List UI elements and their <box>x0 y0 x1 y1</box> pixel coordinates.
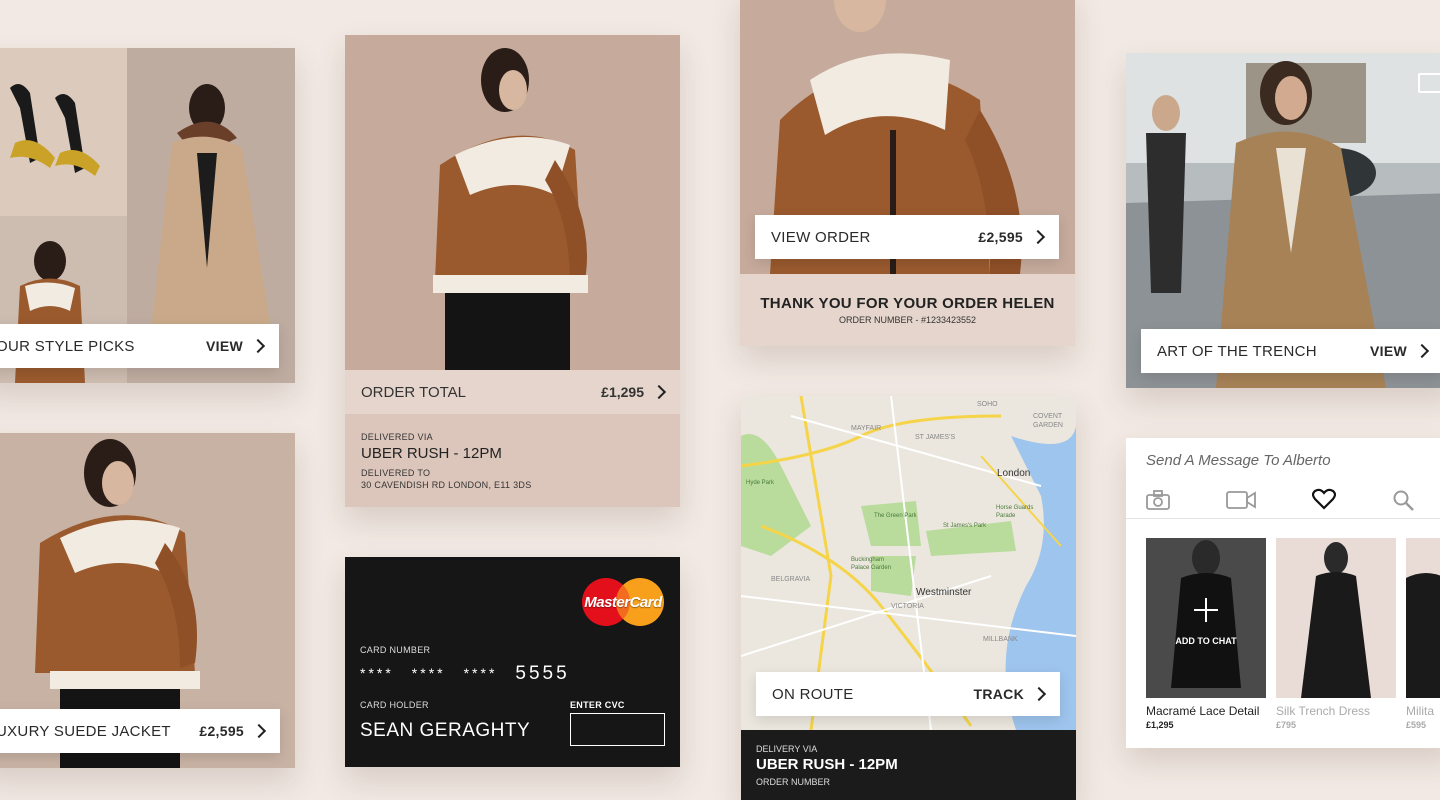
map-label-westminster: Westminster <box>916 587 972 598</box>
map-label-buckingham: Buckingham Palace Garden <box>851 557 892 571</box>
map-label-horse-guards: Horse Guards Parade <box>996 505 1034 519</box>
credit-card: MasterCard CARD NUMBER **** **** **** 55… <box>345 557 680 767</box>
map-label-mayfair: MAYFAIR <box>851 425 882 432</box>
card-number-label: CARD NUMBER <box>360 645 431 655</box>
delivered-via-label: DELIVERED VIA <box>361 432 433 442</box>
product-name: Milita <box>1406 704 1435 718</box>
delivery-via-value: UBER RUSH - 12PM <box>756 756 898 773</box>
delivered-to-value: 30 CAVENDISH RD LONDON, E11 3DS <box>361 480 532 490</box>
map-label-victoria: VICTORIA <box>891 603 924 610</box>
card-number-group: **** <box>360 665 394 681</box>
mastercard-logo: MasterCard <box>581 577 665 627</box>
suede-jacket-price: £2,595 <box>199 723 244 739</box>
order-total-button[interactable]: £1,295 <box>601 384 667 400</box>
card-number: **** **** **** 5555 <box>360 663 570 685</box>
suede-jacket-label: UXURY SUEDE JACKET <box>0 722 171 740</box>
map-label-london: London <box>997 468 1031 479</box>
trench-label: ART OF THE TRENCH <box>1157 342 1317 360</box>
view-button[interactable]: VIEW <box>206 338 266 354</box>
map-order-number-label: ORDER NUMBER <box>756 777 831 787</box>
view-order-button[interactable]: £2,595 <box>978 229 1046 245</box>
chevron-right-icon <box>1031 686 1047 702</box>
suede-jacket-bar[interactable]: UXURY SUEDE JACKET £2,595 <box>0 709 280 753</box>
chat-divider <box>1126 518 1440 519</box>
delivery-info: DELIVERED VIA UBER RUSH - 12PM DELIVERED… <box>345 414 680 507</box>
order-total-amount: £1,295 <box>601 384 644 400</box>
product-price: £795 <box>1276 720 1297 730</box>
product-name: Silk Trench Dress <box>1276 704 1371 718</box>
chevron-right-icon <box>251 723 267 739</box>
map-label-st-james: ST JAMES'S <box>915 434 956 441</box>
card-number-group: **** <box>411 665 446 681</box>
map-label-millbank: MILLBANK <box>983 636 1018 643</box>
product-card[interactable]: ADD TO CHAT Macramé Lace Detail £1,295 <box>1146 538 1266 730</box>
product-price: £595 <box>1406 720 1427 730</box>
card-holder-name: SEAN GERAGHTY <box>360 720 531 741</box>
style-picks-label: OUR STYLE PICKS <box>0 337 135 355</box>
track-button[interactable]: TRACK <box>973 686 1047 702</box>
map-label-st-james-park: St James's Park <box>943 523 987 529</box>
camera-icon[interactable] <box>1146 490 1170 515</box>
chat-toolbar <box>1126 482 1440 518</box>
thank-you-message: THANK YOU FOR YOUR ORDER HELEN <box>760 295 1055 312</box>
card-holder-label: CARD HOLDER <box>360 700 429 710</box>
delivered-via-value: UBER RUSH - 12PM <box>361 445 502 462</box>
track-label: TRACK <box>973 686 1024 702</box>
product-image <box>1276 538 1396 698</box>
map-delivery-info: DELIVERY VIA UBER RUSH - 12PM ORDER NUMB… <box>741 730 1076 800</box>
chevron-right-icon <box>651 384 667 400</box>
add-icon[interactable] <box>1194 598 1218 622</box>
view-label: VIEW <box>206 338 243 354</box>
map-card: SOHO COVENT GARDEN MAYFAIR ST JAMES'S Lo… <box>741 396 1076 800</box>
chat-message-input[interactable]: Send A Message To Alberto <box>1146 452 1331 469</box>
style-picks-card[interactable]: OUR STYLE PICKS VIEW <box>0 48 295 383</box>
order-total-bar[interactable]: ORDER TOTAL £1,295 <box>345 370 680 414</box>
search-icon[interactable] <box>1393 490 1415 517</box>
trench-view-label: VIEW <box>1370 343 1407 359</box>
product-image <box>1406 538 1440 698</box>
view-order-label: VIEW ORDER <box>771 228 871 246</box>
product-card[interactable]: Milita £595 <box>1406 538 1440 730</box>
chat-card: Send A Message To Alberto ADD TO CHAT Ma… <box>1126 438 1440 748</box>
map-label-green-park: The Green Park <box>874 513 917 519</box>
bookmark-icon[interactable] <box>1418 73 1440 93</box>
shoes-image <box>0 48 127 216</box>
cvc-label: ENTER CVC <box>570 700 625 710</box>
on-route-label: ON ROUTE <box>772 685 854 703</box>
product-card[interactable]: Silk Trench Dress £795 <box>1276 538 1396 730</box>
view-order-price: £2,595 <box>978 229 1023 245</box>
map-label-hyde-park: Hyde Park <box>746 480 775 486</box>
order-number: ORDER NUMBER - #1233423552 <box>838 315 977 325</box>
chevron-right-icon <box>250 338 266 354</box>
video-icon[interactable] <box>1226 490 1256 515</box>
add-to-chat-label[interactable]: ADD TO CHAT <box>1146 636 1266 646</box>
map-label-covent-garden: COVENT GARDEN <box>1033 413 1063 429</box>
suede-jacket-card[interactable]: UXURY SUEDE JACKET £2,595 <box>0 433 295 768</box>
product-price: £1,295 <box>1146 720 1174 730</box>
heart-icon[interactable] <box>1311 488 1337 515</box>
delivered-to-label: DELIVERED TO <box>361 468 431 478</box>
card-number-group: **** <box>463 665 498 681</box>
card-number-last: 5555 <box>515 663 570 684</box>
trench-bar[interactable]: ART OF THE TRENCH VIEW <box>1141 329 1440 373</box>
view-order-card: VIEW ORDER £2,595 THANK YOU FOR YOUR ORD… <box>740 0 1075 346</box>
order-total-card: ORDER TOTAL £1,295 DELIVERED VIA UBER RU… <box>345 35 680 507</box>
view-order-bar[interactable]: VIEW ORDER £2,595 <box>755 215 1059 259</box>
cvc-input[interactable] <box>570 713 665 746</box>
on-route-bar[interactable]: ON ROUTE TRACK <box>756 672 1060 716</box>
map-label-belgravia: BELGRAVIA <box>771 576 811 583</box>
trench-view-button[interactable]: VIEW <box>1370 343 1430 359</box>
delivery-via-label: DELIVERY VIA <box>756 744 818 754</box>
style-picks-bar[interactable]: OUR STYLE PICKS VIEW <box>0 324 279 368</box>
order-total-label: ORDER TOTAL <box>361 383 467 401</box>
map-label-soho: SOHO <box>977 401 998 408</box>
chevron-right-icon <box>1414 343 1430 359</box>
product-name: Macramé Lace Detail <box>1146 704 1260 718</box>
order-product-image <box>345 35 680 370</box>
product-image: ADD TO CHAT <box>1146 538 1266 698</box>
trench-card[interactable]: ART OF THE TRENCH VIEW <box>1126 53 1440 388</box>
suede-jacket-price-button[interactable]: £2,595 <box>199 723 267 739</box>
mastercard-brand: MasterCard <box>584 594 662 611</box>
chevron-right-icon <box>1030 229 1046 245</box>
